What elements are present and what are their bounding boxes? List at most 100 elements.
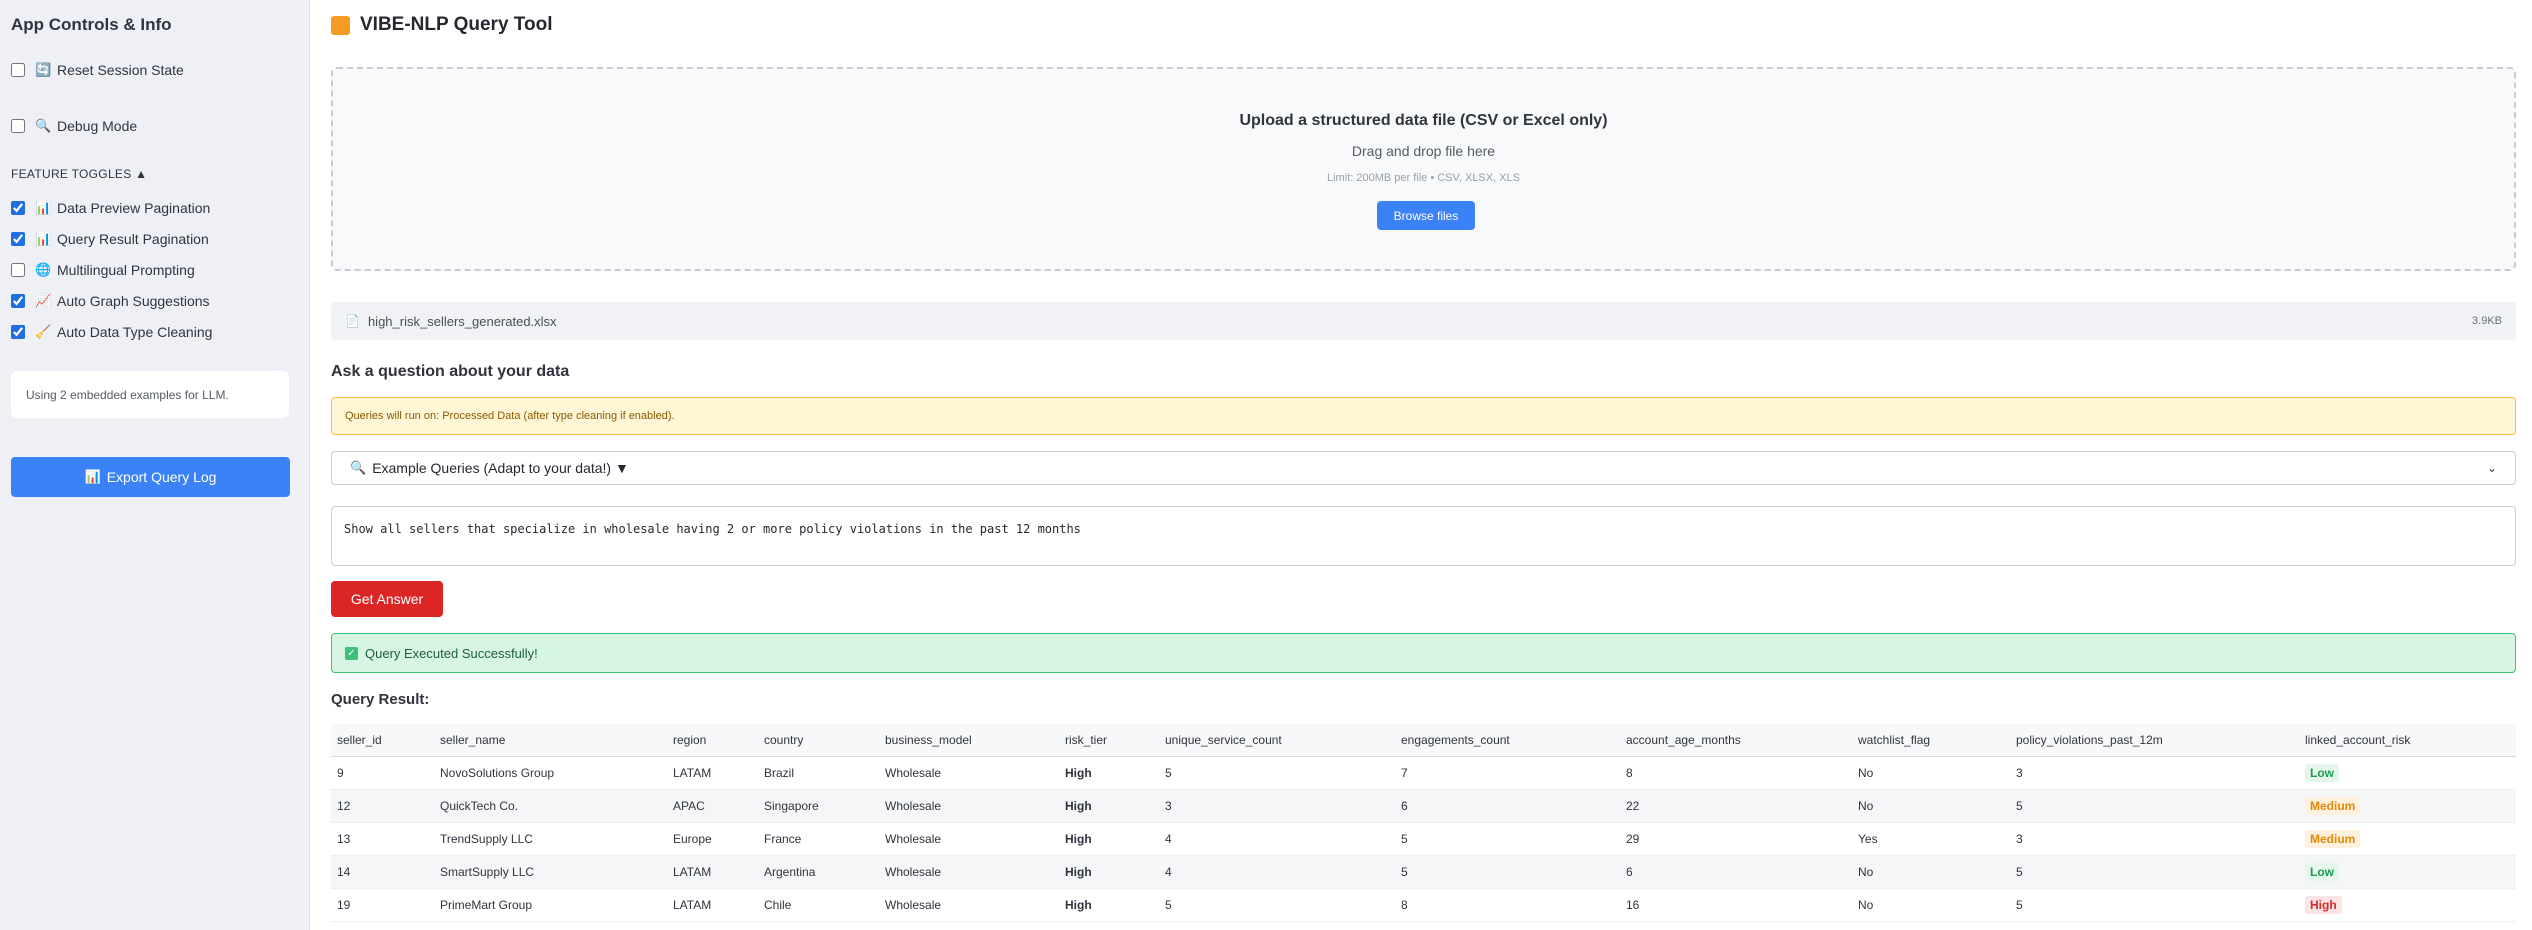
table-cell: Yes (1852, 822, 2010, 856)
column-header[interactable]: policy_violations_past_12m (2010, 724, 2299, 757)
table-cell: 22 (1620, 789, 1852, 823)
table-cell: SmartSupply LLC (434, 855, 667, 889)
example-queries-select[interactable]: 🔍 Example Queries (Adapt to your data!) … (331, 451, 2516, 485)
risk-badge: Low (2305, 763, 2339, 782)
table-cell: High (2299, 888, 2516, 922)
table-cell: Low (2299, 855, 2516, 889)
table-cell: 5 (1395, 822, 1620, 856)
column-header[interactable]: linked_account_risk (2299, 724, 2516, 757)
table-cell: No (1852, 888, 2010, 922)
toggle-query-result-pagination[interactable]: 📊 Query Result Pagination (11, 231, 209, 247)
auto-graph-suggestions-check-input[interactable] (11, 294, 25, 308)
feature-toggles-expander[interactable]: FEATURE TOGGLES ▲ (11, 167, 147, 181)
reset-session-check-input[interactable] (11, 63, 25, 77)
table-cell: 6 (1395, 789, 1620, 823)
debug-mode-check-input[interactable] (11, 119, 25, 133)
uploaded-file-size: 3.9KB (2472, 315, 2502, 327)
table-row: 12 QuickTech Co. APAC Singapore Wholesale Hig… (331, 789, 2516, 823)
table-cell: LATAM (667, 855, 758, 889)
table-cell: High (1059, 888, 1159, 922)
export-query-log-button[interactable]: 📊 Export Query Log (11, 457, 290, 497)
query-result-table: seller_id seller_name region country busines… (331, 724, 2516, 922)
toggle-data-preview-pagination[interactable]: 📊 Data Preview Pagination (11, 200, 210, 216)
query-textarea[interactable]: Show all sellers that specialize in whol… (331, 506, 2516, 566)
auto-graph-suggestions-label: Auto Graph Suggestions (57, 293, 210, 309)
table-cell: Wholesale (879, 888, 1059, 922)
table-row: 13 TrendSupply LLC Europe France Wholesale Hi… (331, 822, 2516, 856)
table-cell: Argentina (758, 855, 879, 889)
column-header[interactable]: risk_tier (1059, 724, 1159, 757)
table-cell: 5 (1159, 756, 1395, 790)
table-cell: 16 (1620, 888, 1852, 922)
app-logo-icon (331, 15, 350, 35)
table-cell: 5 (2010, 888, 2299, 922)
globe-icon: 🌐 (35, 262, 52, 277)
query-result-pagination-label: Query Result Pagination (57, 231, 209, 247)
table-cell: 3 (2010, 822, 2299, 856)
debug-mode-checkbox[interactable]: 🔍 Debug Mode (11, 118, 137, 134)
table-cell: France (758, 822, 879, 856)
table-cell: Singapore (758, 789, 879, 823)
column-header[interactable]: watchlist_flag (1852, 724, 2010, 757)
table-cell: 19 (331, 888, 434, 922)
table-cell: APAC (667, 789, 758, 823)
column-header[interactable]: country (758, 724, 879, 757)
column-header[interactable]: account_age_months (1620, 724, 1852, 757)
get-answer-button[interactable]: Get Answer (331, 581, 443, 617)
column-header[interactable]: engagements_count (1395, 724, 1620, 757)
query-result-pagination-check-input[interactable] (11, 232, 25, 246)
reset-session-checkbox[interactable]: 🔄 Reset Session State (11, 62, 184, 78)
table-cell: Medium (2299, 822, 2516, 856)
table-cell: Medium (2299, 789, 2516, 823)
data-preview-pagination-check-input[interactable] (11, 201, 25, 215)
table-cell: No (1852, 756, 2010, 790)
table-cell: Wholesale (879, 822, 1059, 856)
table-cell: 14 (331, 855, 434, 889)
uploaded-file-name: high_risk_sellers_generated.xlsx (367, 313, 557, 329)
column-header[interactable]: business_model (879, 724, 1059, 757)
table-row: 19 PrimeMart Group LATAM Chile Wholesale High… (331, 888, 2516, 922)
table-cell: 29 (1620, 822, 1852, 856)
toggle-auto-data-type-cleaning[interactable]: 🧹 Auto Data Type Cleaning (11, 324, 212, 340)
table-cell: 8 (1620, 756, 1852, 790)
check-icon: ✓ (345, 646, 358, 660)
chevron-down-icon: ⌄ (2486, 461, 2497, 475)
column-header[interactable]: seller_id (331, 724, 434, 757)
processed-data-warning: Queries will run on: Processed Data (aft… (331, 397, 2516, 435)
broom-icon: 🧹 (35, 324, 52, 339)
bar-chart-icon: 📊 (35, 200, 52, 215)
sidebar-title: App Controls & Info (11, 15, 172, 34)
table-cell: QuickTech Co. (434, 789, 667, 823)
table-cell: High (1059, 822, 1159, 856)
table-cell: Low (2299, 756, 2516, 790)
table-cell: NovoSolutions Group (434, 756, 667, 790)
risk-badge: Low (2305, 862, 2339, 881)
column-header[interactable]: unique_service_count (1159, 724, 1395, 757)
column-header[interactable]: seller_name (434, 724, 667, 757)
multilingual-prompting-check-input[interactable] (11, 263, 25, 277)
table-cell: 4 (1159, 822, 1395, 856)
table-cell: No (1852, 855, 2010, 889)
table-cell: PrimeMart Group (434, 888, 667, 922)
table-cell: 5 (1159, 888, 1395, 922)
column-header[interactable]: region (667, 724, 758, 757)
file-dropzone[interactable]: Upload a structured data file (CSV or Ex… (331, 67, 2516, 271)
table-cell: 8 (1395, 888, 1620, 922)
table-cell: 6 (1620, 855, 1852, 889)
ask-question-heading: Ask a question about your data (331, 363, 570, 380)
table-cell: Brazil (758, 756, 879, 790)
upload-title: Upload a structured data file (CSV or Ex… (1239, 112, 1608, 129)
risk-badge: Medium (2305, 796, 2361, 815)
table-cell: TrendSupply LLC (434, 822, 667, 856)
risk-badge: Medium (2305, 829, 2361, 848)
toggle-multilingual-prompting[interactable]: 🌐 Multilingual Prompting (11, 262, 195, 278)
toggle-auto-graph-suggestions[interactable]: 📈 Auto Graph Suggestions (11, 293, 210, 309)
auto-data-type-cleaning-check-input[interactable] (11, 325, 25, 339)
browse-files-button[interactable]: Browse files (1377, 201, 1475, 230)
debug-mode-label: Debug Mode (57, 118, 138, 134)
risk-badge: High (2305, 895, 2342, 914)
table-cell: Wholesale (879, 855, 1059, 889)
table-cell: LATAM (667, 756, 758, 790)
app-header: VIBE-NLP Query Tool (331, 14, 553, 36)
data-preview-pagination-label: Data Preview Pagination (57, 200, 211, 216)
